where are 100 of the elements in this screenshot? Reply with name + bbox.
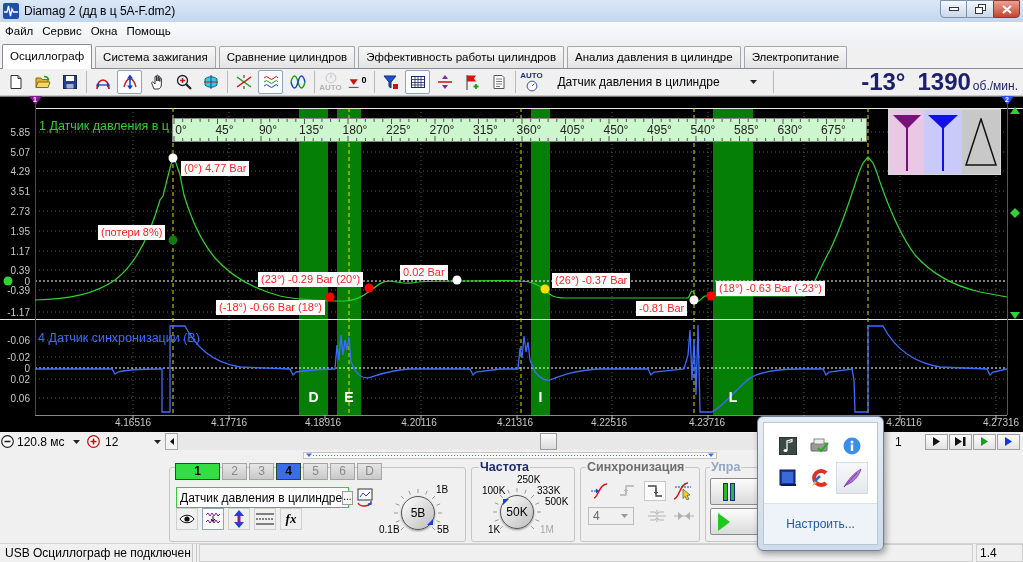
sensor-dropdown[interactable]: Датчик давления в цилиндре [551,71,763,93]
feather-icon [842,468,862,488]
down-triangle-icon[interactable] [1010,312,1020,319]
measurement-label: (26°) -0.37 Bar [552,273,631,288]
tab[interactable]: Система зажигания [95,46,216,68]
browse-button[interactable]: ... [342,490,353,505]
caret-icon [621,514,628,518]
waves-icon [262,74,279,90]
grid-button[interactable] [405,70,430,94]
music-note-icon [779,437,797,455]
close-button[interactable] [993,0,1020,18]
app-logo-icon [3,3,19,19]
axis-label: -0.06 [7,335,30,345]
dashed-lines-icon [256,513,274,525]
menu-item[interactable]: Сервис [40,23,84,41]
degree-label: 495° [647,123,672,137]
close-icon [1001,4,1012,14]
marker-tool-button[interactable] [889,110,924,174]
degree-label: 360° [516,123,542,137]
axis-label: 3.51 [10,186,30,196]
crank-angle-value: -13° [861,69,906,95]
axis-label: 5.07 [10,147,30,157]
dial-icon [324,72,337,84]
channel-label: 1 Датчик давления в ц [39,118,169,134]
gauge-button[interactable]: AUTO [519,70,544,94]
monitor-refresh-icon[interactable] [356,487,374,508]
degree-label: 315° [473,123,498,137]
degree-label: 450° [603,123,629,137]
menu-item[interactable]: Помощь [124,23,173,41]
channel-tool-button[interactable] [228,508,250,530]
step-end-button[interactable] [949,433,972,450]
eye-icon [179,514,195,524]
hand-icon [148,74,165,90]
scroll-left-button[interactable] [165,433,178,450]
axis-label: 0.06 [10,393,30,403]
frequency-knob[interactable]: 50K [500,495,534,529]
tab[interactable]: Осциллограф [2,44,93,69]
zoom-out-icon[interactable] [1,435,14,448]
measurement-label: -0.81 Bar [636,301,688,316]
axis-label: 4.16516 [114,417,152,429]
play-icon [979,437,990,446]
axis-label: 4.23716 [688,417,726,429]
channel-toggle[interactable]: 4 [276,463,301,480]
menu-item[interactable]: Файл [3,23,36,41]
waves-button[interactable] [258,70,283,94]
trigger-button[interactable] [672,481,694,501]
scrollbar-thumb[interactable] [540,433,557,450]
vertical-arrows-button[interactable] [117,70,142,94]
axis-label: 1.17 [10,246,30,256]
measurement-label: (потери 8%) [98,225,166,240]
channel-toggle[interactable]: 1 [175,463,220,480]
formula-button[interactable]: fx [280,508,302,530]
axis-label: 4.18916 [304,417,342,429]
axis-label: 2.73 [10,206,30,216]
volts-knob[interactable]: 5В [401,496,435,530]
range-bar[interactable] [303,452,717,459]
degree-label: 45° [215,123,234,137]
tab[interactable]: Электропитание [743,46,848,68]
gain-dropdown[interactable]: 12 [100,433,165,450]
axis-label: 4.26116 [886,417,922,429]
axis-label: 0 [24,363,30,373]
tablet-icon [779,469,797,487]
expand-arrows-icon [648,509,666,523]
axis-label: 5.85 [10,127,30,137]
degree-label: 540° [690,123,716,137]
marker-tool-button[interactable] [924,110,962,174]
channel-offset-icon[interactable] [3,276,13,286]
diamond-icon[interactable] [1010,208,1020,218]
degree-label: 405° [560,123,585,137]
zoom-in-icon[interactable] [87,435,100,448]
axis-label: 0.02 [10,374,30,384]
tab[interactable]: Анализ давления в цилиндре [567,46,741,68]
rising-edge-icon [619,483,635,499]
zero-level-button[interactable]: 0 [345,70,370,94]
minimize-button[interactable] [940,0,967,18]
play-button[interactable] [925,433,948,450]
scale-label: 500K [545,496,569,508]
marker-tool-button[interactable] [962,110,1000,174]
axis-label: 4.17716 [210,417,248,429]
band-label: I [538,389,543,405]
play-button[interactable] [997,433,1020,450]
knob-pointer-icon [503,499,509,505]
trigger-button[interactable] [588,481,610,501]
channel-tool-button[interactable] [176,508,198,530]
tab[interactable]: Эффективность работы цилиндров [358,46,565,68]
channel-tool-button[interactable] [202,508,224,530]
menu-item[interactable]: Окна [88,23,120,41]
timebase-dropdown[interactable]: 120.8 мс [14,433,84,450]
axis-label: 4.20116 [401,417,437,429]
trigger-button[interactable] [644,481,666,501]
tab[interactable]: Сравнение цилиндров [218,46,356,68]
measurement-label: (-18°) -0.66 Bar (18°) [216,300,325,315]
caret-icon [749,80,757,84]
flag-add-icon [463,74,480,90]
up-triangle-icon[interactable] [1010,107,1020,114]
funnel-icon [927,114,959,171]
restore-button[interactable] [967,0,993,18]
degree-label: 0° [175,123,187,137]
scale-label: 333K [537,485,561,497]
degree-label: 135° [299,123,324,137]
